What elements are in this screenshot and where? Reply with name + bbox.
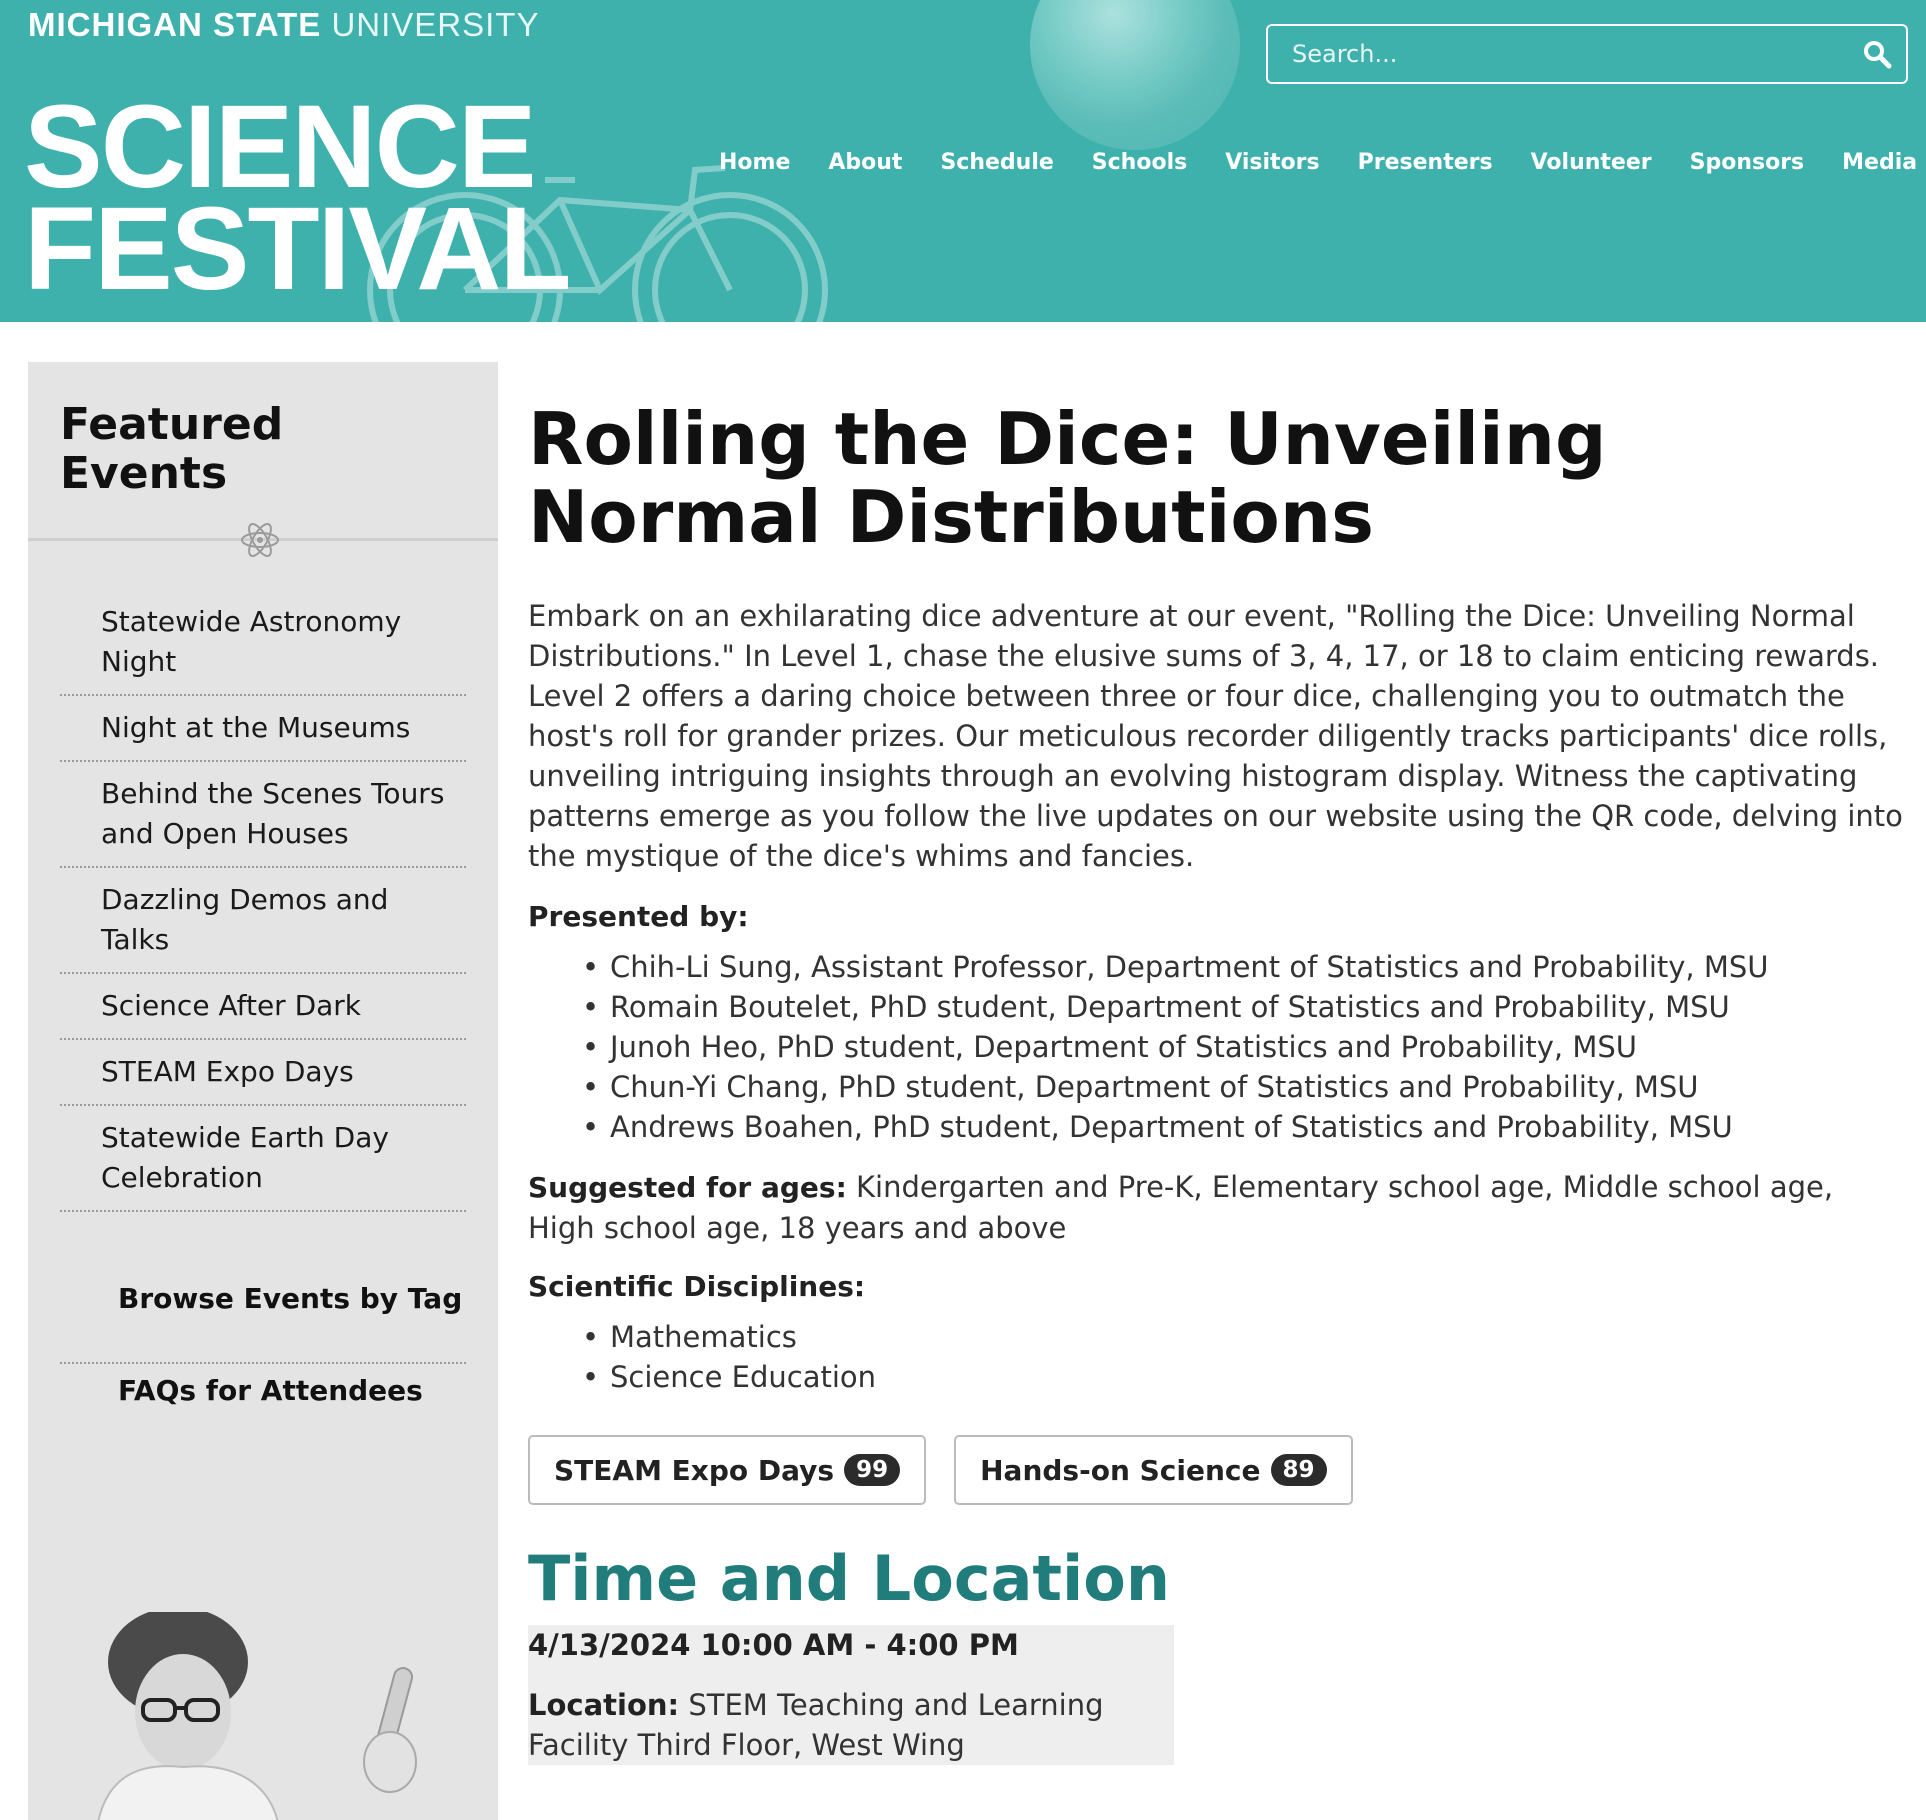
site-header: MICHIGAN STATE UNIVERSITY SCIENCE FESTIV… — [0, 0, 1926, 322]
sidebar-item-earth-day[interactable]: Statewide Earth Day Celebration — [60, 1106, 466, 1212]
presenter-item: Romain Boutelet, PhD student, Department… — [582, 987, 1908, 1027]
sidebar-item-steam-expo[interactable]: STEAM Expo Days — [60, 1040, 466, 1106]
globe-image — [1030, 0, 1240, 150]
nav-schools[interactable]: Schools — [1092, 150, 1187, 175]
tag-label: Hands-on Science — [980, 1453, 1261, 1487]
sidebar-title-line2: Events — [60, 448, 228, 499]
event-location: Location: STEM Teaching and Learning Fac… — [528, 1685, 1174, 1765]
discipline-item: Science Education — [582, 1357, 1908, 1397]
location-label: Location: — [528, 1688, 680, 1722]
disciplines-list: Mathematics Science Education — [582, 1317, 1908, 1397]
msu-wordmark[interactable]: MICHIGAN STATE UNIVERSITY — [28, 6, 539, 44]
logo-festival[interactable]: FESTIVAL — [24, 190, 572, 308]
faq-link[interactable]: FAQs for Attendees — [60, 1362, 466, 1407]
atom-icon — [241, 523, 279, 557]
sidebar: Featured Events Statewide Astronomy Nigh… — [28, 362, 498, 1820]
nav-volunteer[interactable]: Volunteer — [1531, 150, 1652, 175]
time-location-box: 4/13/2024 10:00 AM - 4:00 PM Location: S… — [528, 1625, 1174, 1765]
tag-hands-on-science[interactable]: Hands-on Science 89 — [954, 1435, 1353, 1505]
tag-count-badge: 99 — [844, 1454, 901, 1486]
tag-count-badge: 89 — [1270, 1454, 1327, 1486]
featured-events-list: Statewide Astronomy Night Night at the M… — [60, 590, 466, 1212]
nav-visitors[interactable]: Visitors — [1225, 150, 1319, 175]
nav-sponsors[interactable]: Sponsors — [1690, 150, 1805, 175]
presenter-item: Chun-Yi Chang, PhD student, Department o… — [582, 1067, 1908, 1107]
sidebar-title-line1: Featured — [60, 399, 284, 450]
nav-home[interactable]: Home — [719, 150, 790, 175]
msu-light-text: UNIVERSITY — [331, 6, 540, 43]
main-nav: Home About Schedule Schools Visitors Pre… — [700, 150, 1926, 175]
search-input[interactable] — [1268, 26, 1848, 82]
event-tags: STEAM Expo Days 99 Hands-on Science 89 — [528, 1435, 1908, 1505]
ages-label: Suggested for ages: — [528, 1171, 847, 1204]
event-title: Rolling the Dice: Unveiling Normal Distr… — [528, 397, 1607, 559]
presenter-item: Andrews Boahen, PhD student, Department … — [582, 1107, 1908, 1147]
nav-about[interactable]: About — [828, 150, 902, 175]
presented-by-label: Presented by: — [528, 900, 749, 933]
sidebar-item-after-dark[interactable]: Science After Dark — [60, 974, 466, 1040]
event-datetime: 4/13/2024 10:00 AM - 4:00 PM — [528, 1628, 1019, 1662]
main-content: Rolling the Dice: Unveiling Normal Distr… — [528, 400, 1908, 1765]
sidebar-item-tours[interactable]: Behind the Scenes Tours and Open Houses — [60, 762, 466, 868]
nav-schedule[interactable]: Schedule — [940, 150, 1053, 175]
event-description: Embark on an exhilarating dice adventure… — [528, 599, 1903, 873]
nav-presenters[interactable]: Presenters — [1358, 150, 1493, 175]
sidebar-item-museums[interactable]: Night at the Museums — [60, 696, 466, 762]
presenters-list: Chih-Li Sung, Assistant Professor, Depar… — [582, 947, 1908, 1147]
tag-label: STEAM Expo Days — [554, 1453, 835, 1487]
sidebar-title: Featured Events — [60, 400, 283, 498]
search-box — [1266, 24, 1908, 84]
browse-by-tag-link[interactable]: Browse Events by Tag — [60, 1270, 466, 1364]
search-icon[interactable] — [1862, 39, 1892, 69]
suggested-ages: Suggested for ages: Kindergarten and Pre… — [528, 1167, 1908, 1248]
sidebar-item-astronomy[interactable]: Statewide Astronomy Night — [60, 590, 466, 696]
tag-steam-expo-days[interactable]: STEAM Expo Days 99 — [528, 1435, 927, 1505]
presenter-item: Chih-Li Sung, Assistant Professor, Depar… — [582, 947, 1908, 987]
discipline-item: Mathematics — [582, 1317, 1908, 1357]
presenter-item: Junoh Heo, PhD student, Department of St… — [582, 1027, 1908, 1067]
disciplines-label: Scientific Disciplines: — [528, 1270, 866, 1303]
sidebar-item-demos[interactable]: Dazzling Demos and Talks — [60, 868, 466, 974]
time-location-heading: Time and Location — [528, 1542, 1171, 1615]
msu-bold-text: MICHIGAN STATE — [28, 6, 322, 43]
scientist-portrait-image — [97, 1612, 417, 1820]
nav-media[interactable]: Media — [1842, 150, 1917, 175]
